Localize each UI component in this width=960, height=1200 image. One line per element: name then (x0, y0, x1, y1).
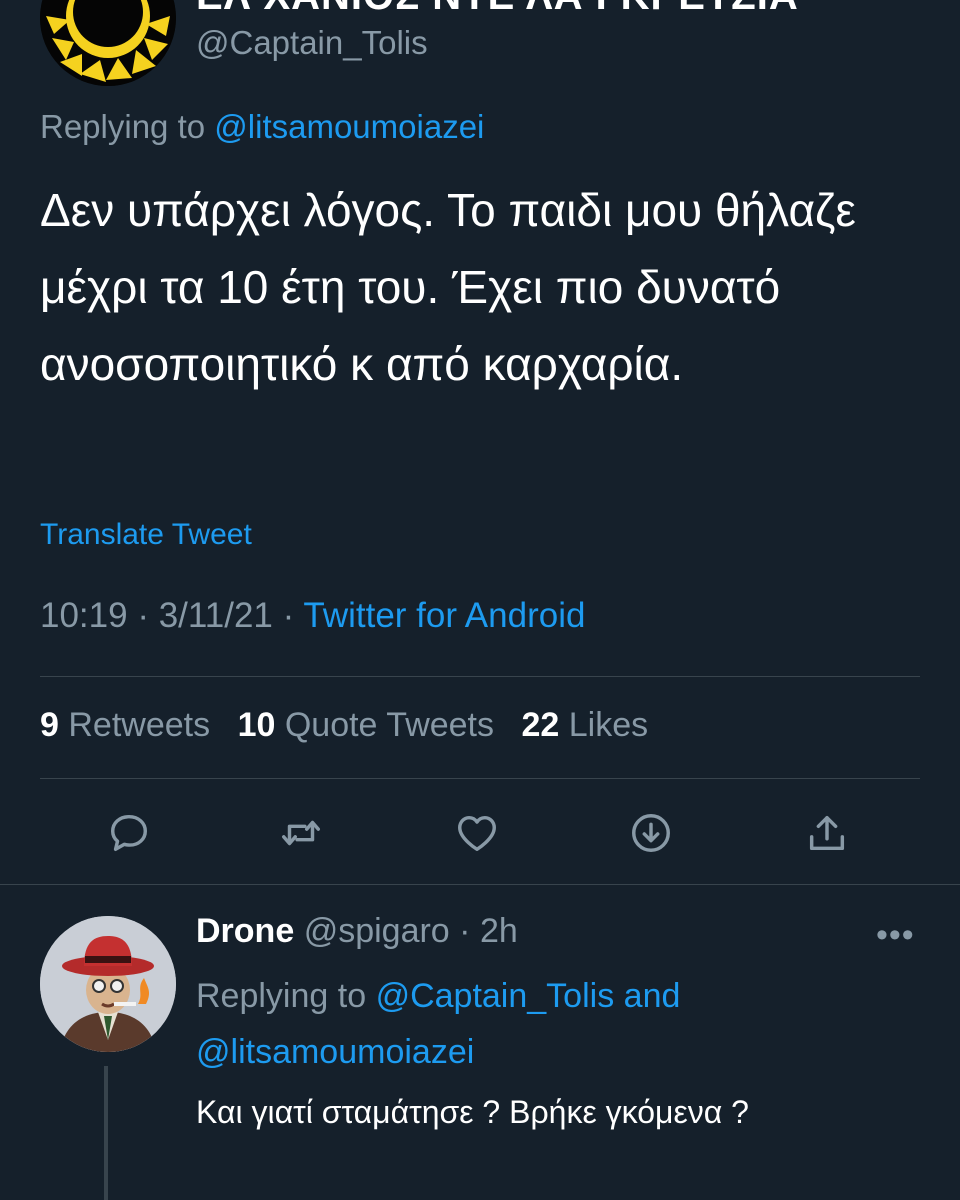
reply-author-name[interactable]: Drone (196, 912, 294, 950)
eclipse-sun-icon (40, 0, 176, 86)
quote-tweets-stat[interactable]: 10 Quote Tweets (238, 706, 494, 744)
share-icon (809, 815, 845, 851)
retweets-count: 9 (40, 706, 59, 744)
tweet-source-link[interactable]: Twitter for Android (303, 596, 585, 635)
retweets-stat[interactable]: 9 Retweets (40, 706, 210, 744)
author-display-name[interactable]: ΕΛ ΧΑΝΙΟΣ ΝΤΕ ΛΑ ΓΚΡΕΤΖΙΑ (196, 0, 799, 19)
reply-icon (110, 814, 148, 852)
reply-replying-to-link-1[interactable]: @Captain_Tolis (376, 977, 615, 1015)
reply-text: Και γιατί σταμάτησε ? Βρήκε γκόμενα ? (196, 1094, 749, 1130)
tweet-detail-page: ΕΛ ΧΑΝΙΟΣ ΝΤΕ ΛΑ ΓΚΡΕΤΖΙΑ @Captain_Tolis… (0, 0, 960, 1200)
likes-stat[interactable]: 22 Likes (521, 706, 648, 744)
like-button[interactable] (450, 806, 504, 860)
reply-header: Drone @spigaro · 2h (196, 912, 518, 951)
reply-replying-prefix: Replying to (196, 977, 367, 1015)
tweet-stats: 9 Retweets 10 Quote Tweets 22 Likes (40, 706, 666, 745)
retweets-label: Retweets (68, 706, 211, 744)
reply-replying-and: and (623, 977, 681, 1015)
retweet-button[interactable] (274, 806, 328, 860)
reply-header-separator: · (449, 912, 480, 950)
reply-timestamp[interactable]: 2h (480, 912, 518, 950)
tweet-date[interactable]: 3/11/21 (159, 596, 273, 635)
more-options-icon[interactable]: ••• (876, 916, 915, 955)
divider (40, 778, 920, 779)
quote-tweets-count: 10 (237, 706, 276, 744)
reply-replying-to-link-2[interactable]: @litsamoumoiazei (196, 1033, 474, 1071)
download-icon (632, 814, 670, 852)
replying-to-prefix: Replying to (40, 108, 206, 145)
tweet-meta: 10:19 · 3/11/21 · Twitter for Android (40, 596, 585, 636)
replying-to-link[interactable]: @litsamoumoiazei (214, 108, 484, 145)
meta-separator: · (272, 596, 304, 635)
author-avatar[interactable] (40, 0, 176, 86)
like-icon (458, 815, 496, 852)
tweet-text: Δεν υπάρχει λόγος. Το παιδι μου θήλαζε μ… (40, 184, 856, 390)
likes-count: 22 (521, 706, 560, 744)
section-divider (0, 884, 960, 885)
likes-label: Likes (568, 706, 649, 744)
reply-author-avatar[interactable] (40, 916, 176, 1052)
divider (40, 676, 920, 677)
reply-button[interactable] (102, 806, 156, 860)
replying-to-line: Replying to @litsamoumoiazei (40, 108, 484, 146)
retweet-icon (282, 820, 320, 846)
tweet-action-bar (0, 798, 960, 868)
author-handle[interactable]: @Captain_Tolis (196, 24, 428, 62)
translate-tweet-link[interactable]: Translate Tweet (40, 518, 252, 552)
tweet-time[interactable]: 10:19 (40, 596, 128, 635)
thread-connector-line (104, 1066, 108, 1200)
quote-tweets-label: Quote Tweets (284, 706, 495, 744)
download-button[interactable] (624, 806, 678, 860)
reply-replying-to-line: Replying to @Captain_Tolis and @litsamou… (196, 968, 916, 1080)
reply-author-handle[interactable]: @spigaro (304, 912, 450, 950)
meta-separator: · (127, 596, 159, 635)
hat-man-smoking-avatar-icon (40, 916, 176, 1052)
share-button[interactable] (800, 806, 854, 860)
